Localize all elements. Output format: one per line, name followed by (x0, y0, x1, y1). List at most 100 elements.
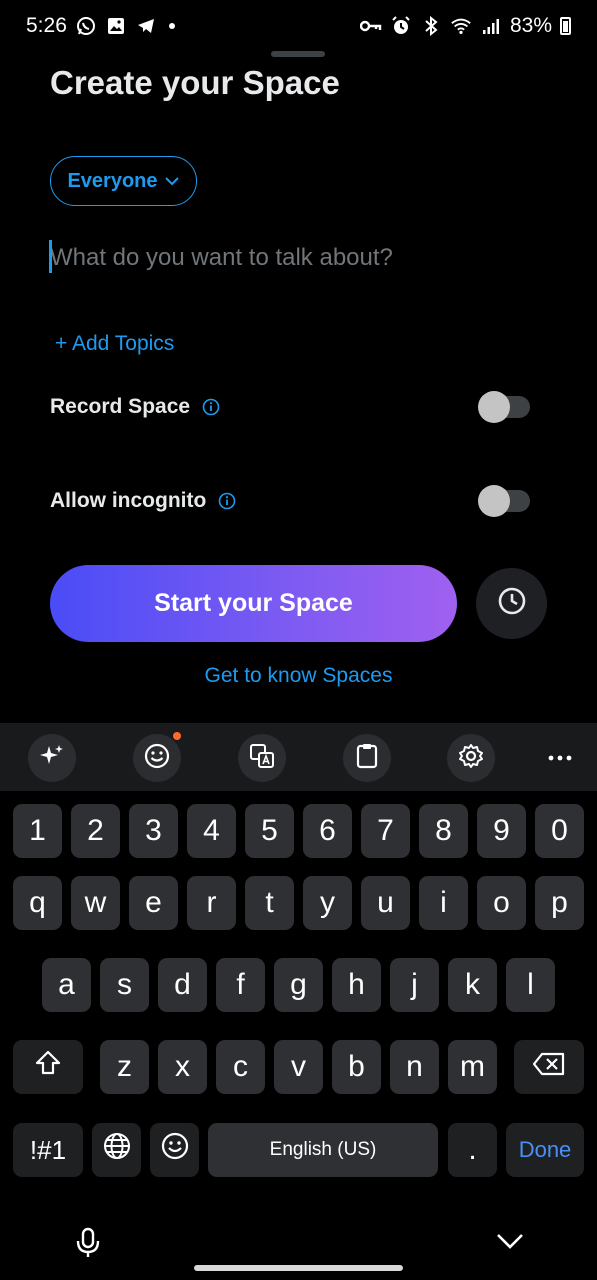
ai-sparkle-icon (39, 743, 65, 774)
vpn-key-icon (359, 15, 382, 37)
key-2[interactable]: 2 (71, 804, 120, 858)
microphone-icon[interactable] (74, 1227, 102, 1264)
key-b[interactable]: b (332, 1040, 381, 1094)
key-a[interactable]: a (42, 958, 91, 1012)
key-q[interactable]: q (13, 876, 62, 930)
key-c[interactable]: c (216, 1040, 265, 1094)
space-key[interactable]: English (US) (208, 1123, 438, 1177)
home-gesture-handle[interactable] (194, 1265, 403, 1271)
backspace-icon (532, 1050, 566, 1084)
clipboard-icon (355, 743, 379, 774)
key-s[interactable]: s (100, 958, 149, 1012)
start-space-button[interactable]: Start your Space (50, 565, 457, 642)
key-i[interactable]: i (419, 876, 468, 930)
status-bar: 5:26 83% (0, 0, 597, 52)
whatsapp-icon (75, 15, 97, 37)
shift-icon (33, 1048, 63, 1086)
record-space-toggle[interactable] (478, 391, 530, 423)
battery-percent: 83% (509, 14, 552, 37)
key-m[interactable]: m (448, 1040, 497, 1094)
toggle-knob (478, 485, 510, 517)
status-right: 83% (359, 14, 571, 38)
key-f[interactable]: f (216, 958, 265, 1012)
key-j[interactable]: j (390, 958, 439, 1012)
key-n[interactable]: n (390, 1040, 439, 1094)
space-topic-input[interactable] (50, 238, 550, 278)
key-0[interactable]: 0 (535, 804, 584, 858)
language-key[interactable] (92, 1123, 141, 1177)
audience-label: Everyone (67, 169, 158, 192)
key-4[interactable]: 4 (187, 804, 236, 858)
keyboard-toolbar (0, 723, 597, 791)
key-v[interactable]: v (274, 1040, 323, 1094)
status-left: 5:26 (26, 14, 175, 38)
key-z[interactable]: z (100, 1040, 149, 1094)
shift-key[interactable] (13, 1040, 83, 1094)
key-k[interactable]: k (448, 958, 497, 1012)
key-9[interactable]: 9 (477, 804, 526, 858)
telegram-icon (135, 15, 157, 37)
emoji-toolbar-button[interactable] (133, 732, 181, 782)
more-icon (548, 749, 572, 767)
schedule-space-button[interactable] (476, 568, 547, 639)
key-r[interactable]: r (187, 876, 236, 930)
translate-button[interactable] (238, 734, 286, 782)
signal-icon (480, 15, 502, 37)
key-w[interactable]: w (71, 876, 120, 930)
allow-incognito-toggle[interactable] (478, 485, 530, 517)
info-icon[interactable] (218, 492, 236, 510)
keyboard-settings-button[interactable] (447, 734, 495, 782)
key-e[interactable]: e (129, 876, 178, 930)
sheet-drag-handle[interactable] (271, 51, 325, 57)
emoji-key[interactable] (150, 1123, 199, 1177)
wifi-icon (450, 15, 472, 37)
bottom-row: !#1 English (US) . Done (0, 1123, 597, 1177)
number-row: 1234567890 (0, 804, 597, 858)
letter-row-3: zxcvbnm (0, 1040, 597, 1094)
key-6[interactable]: 6 (303, 804, 352, 858)
key-h[interactable]: h (332, 958, 381, 1012)
translate-icon (248, 742, 276, 775)
period-key[interactable]: . (448, 1123, 497, 1177)
key-8[interactable]: 8 (419, 804, 468, 858)
settings-icon (457, 742, 485, 775)
key-l[interactable]: l (506, 958, 555, 1012)
key-g[interactable]: g (274, 958, 323, 1012)
key-7[interactable]: 7 (361, 804, 410, 858)
done-key[interactable]: Done (506, 1123, 584, 1177)
chevron-down-icon (164, 170, 180, 193)
backspace-key[interactable] (514, 1040, 584, 1094)
page-title: Create your Space (50, 64, 340, 101)
info-icon[interactable] (202, 398, 220, 416)
toggle-knob (478, 391, 510, 423)
key-y[interactable]: y (303, 876, 352, 930)
notification-dot (173, 732, 181, 740)
symbols-key[interactable]: !#1 (13, 1123, 83, 1177)
status-time: 5:26 (26, 14, 67, 37)
alarm-icon (390, 15, 412, 37)
clipboard-button[interactable] (343, 734, 391, 782)
get-to-know-spaces-link[interactable]: Get to know Spaces (0, 664, 597, 688)
key-o[interactable]: o (477, 876, 526, 930)
allow-incognito-row: Allow incognito (50, 481, 540, 521)
more-notifications-icon (168, 23, 175, 29)
key-x[interactable]: x (158, 1040, 207, 1094)
allow-incognito-label: Allow incognito (50, 489, 207, 512)
hide-keyboard-chevron-icon[interactable] (496, 1232, 524, 1255)
ai-sparkle-button[interactable] (28, 734, 76, 782)
add-topics-button[interactable]: + Add Topics (55, 332, 174, 356)
battery-icon (560, 17, 571, 35)
key-p[interactable]: p (535, 876, 584, 930)
bluetooth-icon (420, 15, 442, 37)
key-3[interactable]: 3 (129, 804, 178, 858)
key-u[interactable]: u (361, 876, 410, 930)
key-5[interactable]: 5 (245, 804, 294, 858)
key-d[interactable]: d (158, 958, 207, 1012)
more-options-button[interactable] (536, 734, 584, 782)
record-space-row: Record Space (50, 387, 540, 427)
globe-icon (102, 1131, 132, 1169)
text-caret (49, 240, 52, 273)
audience-selector-button[interactable]: Everyone (50, 156, 197, 206)
key-t[interactable]: t (245, 876, 294, 930)
key-1[interactable]: 1 (13, 804, 62, 858)
